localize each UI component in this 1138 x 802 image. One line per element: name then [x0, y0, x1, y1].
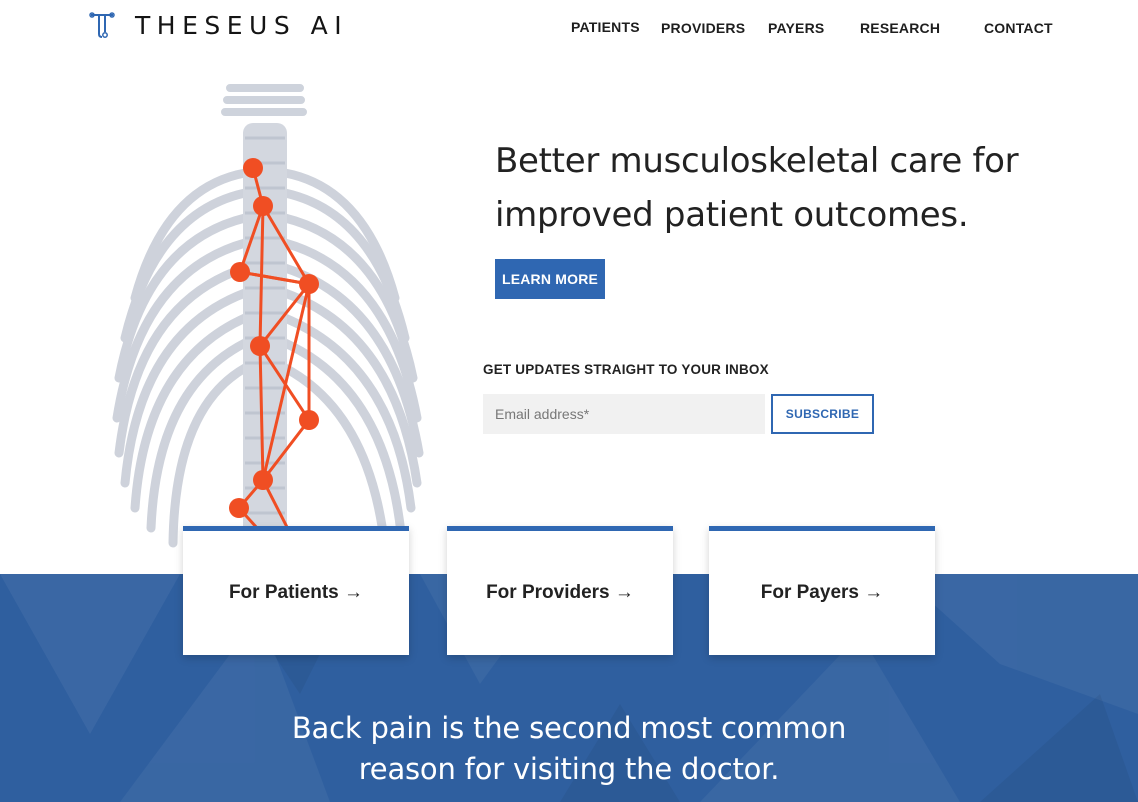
nav-item-payers[interactable]: PAYERS: [768, 20, 824, 36]
nav-item-patients[interactable]: PATIENTS: [571, 19, 640, 35]
spine-skeleton-illustration: [112, 84, 424, 563]
learn-more-button[interactable]: LEARN MORE: [495, 259, 605, 299]
band-statement-line1: Back pain is the second most common: [291, 711, 847, 745]
card-for-patients-label: For Patients →: [228, 582, 364, 603]
nav-item-providers[interactable]: PROVIDERS: [661, 20, 745, 36]
nav-item-contact[interactable]: CONTACT: [984, 20, 1053, 36]
band-statement-line2: reason for visiting the doctor.: [358, 752, 780, 786]
email-input[interactable]: [483, 394, 765, 434]
hero-headline: Better musculoskeletal care for improved…: [495, 134, 1075, 242]
hero-headline-line1: Better musculoskeletal care for: [495, 141, 1019, 181]
card-for-payers-label: For Payers →: [760, 582, 884, 603]
card-for-payers[interactable]: For Payers →: [709, 526, 935, 655]
card-for-providers-label: For Providers →: [486, 582, 634, 603]
card-for-providers[interactable]: For Providers →: [447, 526, 673, 655]
band-statement: Back pain is the second most common reas…: [0, 708, 1138, 790]
newsletter-label: GET UPDATES STRAIGHT TO YOUR INBOX: [483, 362, 769, 377]
hero-headline-line2: improved patient outcomes.: [495, 195, 969, 235]
main-nav: PATIENTS PROVIDERS PAYERS RESEARCH CONTA…: [0, 19, 1138, 39]
subscribe-button[interactable]: SUBSCRIBE: [771, 394, 874, 434]
card-for-patients[interactable]: For Patients →: [183, 526, 409, 655]
nav-item-research[interactable]: RESEARCH: [860, 20, 940, 36]
